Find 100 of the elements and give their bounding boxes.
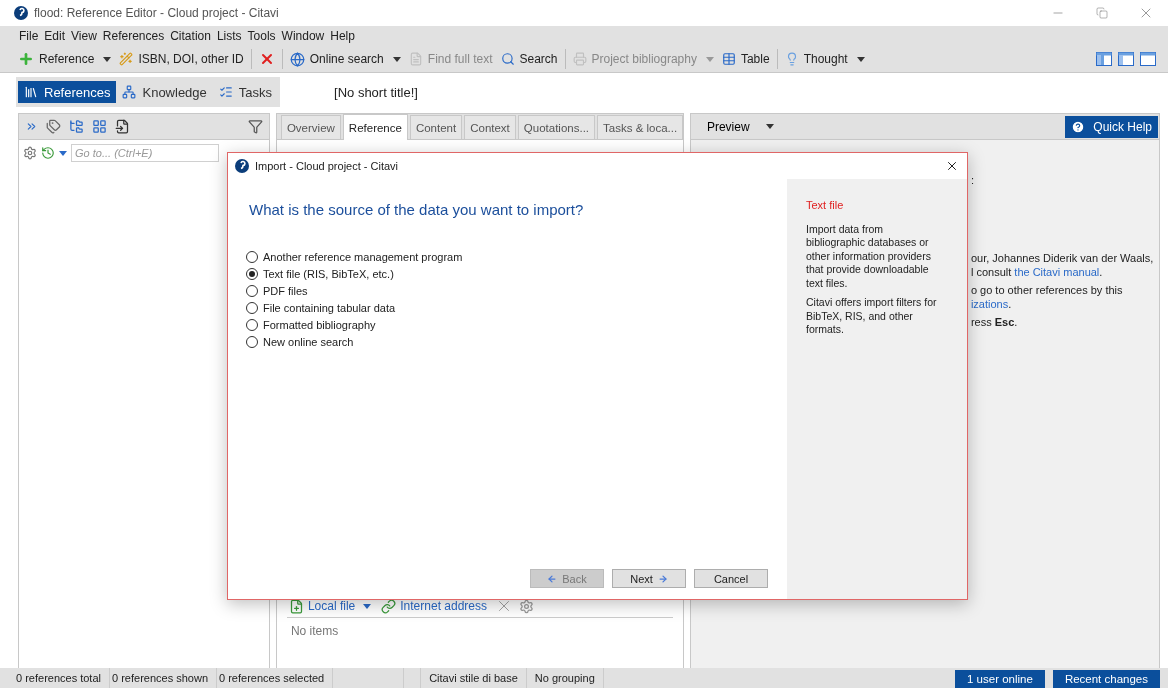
source-option[interactable]: Text file (RIS, BibTeX, etc.) xyxy=(246,267,787,281)
expand-icon[interactable] xyxy=(25,120,38,133)
network-icon xyxy=(122,85,137,99)
goto-field[interactable]: Go to... (Ctrl+E) xyxy=(71,144,219,162)
wand-icon xyxy=(119,52,134,66)
app-logo-icon xyxy=(14,6,28,20)
nav-tab[interactable]: Tasks xyxy=(212,81,279,103)
caret-icon xyxy=(363,603,372,609)
status-text: 0 references selected xyxy=(217,668,334,688)
table-icon xyxy=(721,52,736,66)
caret-icon xyxy=(765,124,774,129)
help-text: Citavi offers import filters for BibTeX, RIS, and other formats. xyxy=(806,296,938,337)
menu-item[interactable]: Tools xyxy=(244,29,279,43)
next-button[interactable]: Next xyxy=(612,569,686,588)
menu-item[interactable]: Lists xyxy=(213,29,245,43)
toolbar-button[interactable]: Table xyxy=(717,52,774,66)
menu-item[interactable]: Window xyxy=(278,29,328,43)
books-icon xyxy=(24,85,38,99)
document-icon xyxy=(408,52,423,66)
editor-tab[interactable]: Reference xyxy=(342,114,408,140)
status-text: No grouping xyxy=(526,668,604,688)
settings-icon[interactable] xyxy=(519,598,534,614)
checklist-icon xyxy=(218,85,233,99)
menu-item[interactable]: Edit xyxy=(41,29,69,43)
settings-icon[interactable] xyxy=(23,146,37,160)
radio-button[interactable] xyxy=(246,285,258,297)
menu-item[interactable]: References xyxy=(99,29,168,43)
toolbar-button[interactable]: Thought xyxy=(780,52,869,66)
caret-icon xyxy=(705,56,714,62)
editor-tab[interactable]: Quotations... xyxy=(517,115,596,139)
caret-icon xyxy=(392,56,401,62)
short-title: [No short title!] xyxy=(334,84,418,100)
help-text: our, Johannes Diderik van der Waals, xyxy=(970,252,1155,264)
help-text: izations. xyxy=(970,298,1013,310)
radio-button[interactable] xyxy=(246,268,258,280)
menu-item[interactable]: View xyxy=(68,29,100,43)
history-icon[interactable] xyxy=(41,146,55,160)
caret-icon xyxy=(103,56,112,62)
cancel-button[interactable]: Cancel xyxy=(694,569,768,588)
radio-button[interactable] xyxy=(246,302,258,314)
printer-icon xyxy=(572,52,587,66)
help-heading: Text file xyxy=(806,199,845,213)
radio-button[interactable] xyxy=(246,336,258,348)
status-button[interactable]: Recent changes xyxy=(1052,670,1160,688)
arrow-right-icon xyxy=(657,573,668,584)
link-icon xyxy=(381,598,397,614)
tags-icon[interactable] xyxy=(46,119,61,134)
source-option[interactable]: Another reference management program xyxy=(246,250,787,264)
layout-icon[interactable] xyxy=(1118,52,1134,66)
editor-tab[interactable]: Context xyxy=(464,115,516,139)
toolbar-button[interactable]: Search xyxy=(496,52,562,66)
restore-icon xyxy=(1096,7,1108,19)
source-option[interactable]: Formatted bibliography xyxy=(246,318,787,332)
toolbar-button[interactable]: Online search xyxy=(285,51,405,67)
plus-icon xyxy=(18,51,34,67)
internet-address-button[interactable]: Internet address xyxy=(379,598,489,614)
help-text: Import data from bibliographic databases or other information providers that provide downloadable text files. xyxy=(806,222,932,290)
toolbar-button[interactable]: Reference xyxy=(14,51,116,67)
empty-message: No items xyxy=(290,624,340,638)
import-icon[interactable] xyxy=(115,119,130,134)
help-text: : xyxy=(970,174,975,186)
help-text: ress Esc. xyxy=(970,316,1019,328)
help-text: l consult the Citavi manual. xyxy=(970,266,1104,278)
layout-icon[interactable] xyxy=(1096,52,1112,66)
preview-dropdown[interactable]: Preview xyxy=(700,119,780,134)
source-option[interactable]: PDF files xyxy=(246,284,787,298)
file-plus-icon xyxy=(288,598,304,614)
status-button[interactable]: 1 user online xyxy=(955,670,1045,688)
toolbar-button[interactable]: ISBN, DOI, other ID xyxy=(115,52,248,66)
nav-tab[interactable]: Knowledge xyxy=(116,81,213,103)
layout-icon[interactable] xyxy=(1140,52,1156,66)
status-text: 0 references total xyxy=(14,668,110,688)
radio-button[interactable] xyxy=(246,251,258,263)
menu-item[interactable]: File xyxy=(16,29,42,43)
editor-tab[interactable]: Tasks & loca... xyxy=(597,115,684,139)
dialog-question: What is the source of the data you want to import? xyxy=(249,201,585,218)
help-icon xyxy=(1071,119,1086,134)
close-icon xyxy=(945,159,959,173)
grid-icon[interactable] xyxy=(92,119,107,134)
caret-icon xyxy=(856,56,865,62)
search-icon xyxy=(500,52,515,66)
menu-item[interactable]: Help xyxy=(327,29,358,43)
window-title: flood: Reference Editor - Cloud project - Citavi xyxy=(34,6,279,20)
caret-icon xyxy=(59,150,67,156)
source-option[interactable]: File containing tabular data xyxy=(246,301,787,315)
dialog-title: Import - Cloud project - Citavi xyxy=(255,160,399,172)
editor-tab[interactable]: Content xyxy=(409,115,463,139)
radio-button[interactable] xyxy=(246,319,258,331)
nav-tab[interactable]: References xyxy=(18,81,117,103)
status-text: Citavi stile di base xyxy=(421,668,527,688)
help-text: o go to other references by this xyxy=(970,284,1124,296)
filter-icon[interactable] xyxy=(247,119,263,134)
source-option[interactable]: New online search xyxy=(246,335,787,349)
quick-help-button[interactable]: Quick Help xyxy=(1065,115,1158,138)
local-file-button[interactable]: Local file xyxy=(286,598,374,614)
menu-item[interactable]: Citation xyxy=(167,29,214,43)
status-text: 0 references shown xyxy=(110,668,217,688)
app-logo-icon xyxy=(235,159,249,173)
folder-tree-icon[interactable] xyxy=(69,119,84,134)
editor-tab[interactable]: Overview xyxy=(280,115,341,139)
